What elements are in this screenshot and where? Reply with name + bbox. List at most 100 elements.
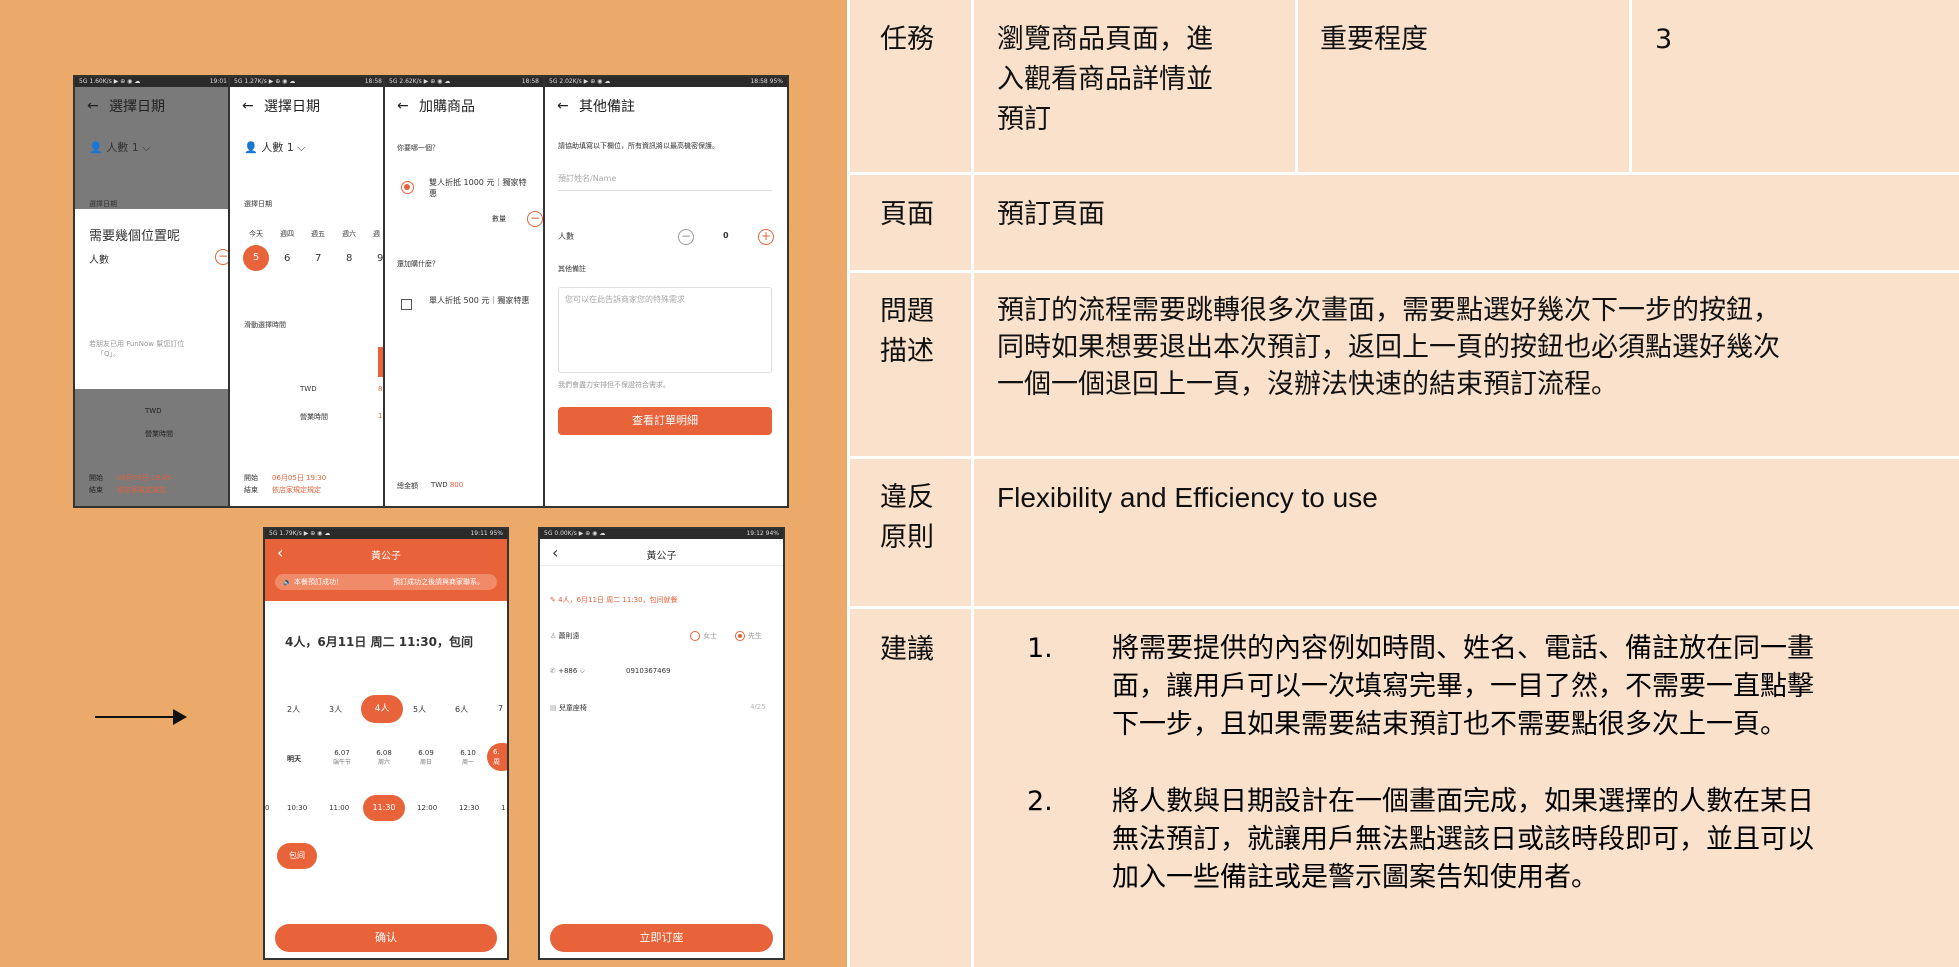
time-option[interactable]: 1 <box>501 804 505 812</box>
date-option[interactable]: 6.08 周六 <box>369 749 399 766</box>
minus-icon[interactable]: − <box>527 211 543 227</box>
notes-textarea[interactable]: 您可以在此告訴商家您的特殊需求 <box>558 287 772 373</box>
people-selector[interactable]: 👤 人數 1 ⌵ <box>244 139 306 155</box>
header: ← 選擇日期 <box>75 87 231 125</box>
date-bottom: 周日 <box>419 759 432 766</box>
status-bar: 5G 2.62K/s ▶ ⊕ ◉ ☁ 18:58 <box>385 77 543 87</box>
date-option[interactable]: 明天 <box>287 754 301 764</box>
people-label: 人數 <box>261 141 284 154</box>
name-row[interactable]: ♙ 蕭則遠 <box>550 631 580 641</box>
time-option[interactable]: 10:30 <box>287 804 307 812</box>
radio-female[interactable] <box>690 631 700 641</box>
status-bar: 5G 1.79K/s ▶ ⊕ ◉ ☁ 19:11 95% <box>265 529 507 539</box>
radio-selected[interactable] <box>401 181 414 194</box>
time-option-selected[interactable]: 11:30 <box>363 795 405 821</box>
people-value: 1 <box>131 141 139 154</box>
page-title: 加購商品 <box>419 99 475 115</box>
radio-male-selected[interactable] <box>735 631 745 641</box>
phone-value: 0910367469 <box>626 667 671 675</box>
seat-row[interactable]: ▤ 兒童座椅 <box>550 703 587 713</box>
checkbox[interactable] <box>401 299 412 310</box>
phone-row[interactable]: ✆ +886 ⌵ <box>550 667 585 676</box>
name-input[interactable]: 預訂姓名/Name <box>558 173 772 191</box>
header: ← 加購商品 <box>385 87 543 125</box>
date-item[interactable]: 7 <box>315 253 321 264</box>
date-option[interactable]: 6.07 端午节 <box>327 749 357 766</box>
time-option[interactable]: 0 <box>265 804 269 812</box>
back-arrow-icon[interactable]: ← <box>242 98 264 114</box>
start-label: 開始 <box>244 474 258 482</box>
question-1: 你要哪一個？ <box>397 144 439 152</box>
screen-quick-booking: 5G 1.79K/s ▶ ⊕ ◉ ☁ 19:11 95% ‹ 黃公子 🔈 本餐預訂… <box>263 527 509 960</box>
back-arrow-icon[interactable]: ← <box>397 98 419 114</box>
date-option[interactable]: 6.10 周一 <box>453 749 483 766</box>
screen-booking-info: 5G 0.00K/s ▶ ⊕ ◉ ☁ 19:12 94% ‹ 黃公子 ✎ 4人，6… <box>538 527 785 960</box>
time-option[interactable]: 12:30 <box>459 804 479 812</box>
screen-select-date-dialog: 5G 1.60K/s ▶ ⊕ ◉ ☁ 19:01 ← 選擇日期 👤 人數 1 ⌵ 選… <box>73 75 233 508</box>
date-item[interactable]: 6 <box>284 253 290 264</box>
status-right: 19:12 94% <box>746 529 779 539</box>
private-room-option[interactable]: 包间 <box>277 843 317 869</box>
people-value: 1 <box>286 141 294 154</box>
people-option[interactable]: 7 <box>498 704 503 713</box>
dialog-note-2: 「Q」。 <box>97 350 121 358</box>
importance-label: 重要程度 <box>1320 24 1428 55</box>
date-option-selected[interactable]: 6. 周 <box>487 743 507 771</box>
back-arrow-icon[interactable]: ← <box>557 98 579 114</box>
status-right: 19:11 95% <box>470 529 503 539</box>
day-label: 週 <box>373 230 380 238</box>
people-option[interactable]: 6人 <box>455 704 468 715</box>
note-icon: ▤ <box>550 704 557 712</box>
date-top: 6. <box>493 748 500 756</box>
time-option[interactable]: 12:00 <box>417 804 437 812</box>
task-value-line: 入觀看商品詳情並 <box>997 64 1213 95</box>
suggestion-2: 將人數與日期設計在一個畫面完成，如果選擇的人數在某日 無法預訂，就讓用戶無法點選… <box>1112 783 1942 897</box>
suggestion-line: 加入一些備註或是警示圖案告知使用者。 <box>1112 862 1598 893</box>
banner-right: 預訂成功之後請與商家聯系。 <box>393 578 484 586</box>
phone-code: +886 <box>558 667 578 675</box>
task-value: 瀏覽商品頁面，進 入觀看商品詳情並 預訂 <box>997 20 1277 140</box>
date-option[interactable]: 6.09 周日 <box>411 749 441 766</box>
task-label: 任務 <box>880 24 934 55</box>
start-value: 06月05日 19:45 <box>117 474 172 482</box>
row-divider <box>847 172 1959 175</box>
people-option[interactable]: 2人 <box>287 704 300 715</box>
problem-label-line: 描述 <box>880 336 934 367</box>
screen-add-on-products: 5G 2.62K/s ▶ ⊕ ◉ ☁ 18:58 ← 加購商品 你要哪一個？ 雙人折… <box>383 75 545 508</box>
end-label: 結束 <box>244 486 258 494</box>
business-hours-label: 營業時間 <box>300 413 328 421</box>
day-label: 週四 <box>280 230 294 238</box>
suggestion-number: 1. <box>1027 633 1053 664</box>
back-arrow-icon[interactable]: ← <box>87 98 109 114</box>
status-text: 5G 2.02K/s ▶ ⊕ ◉ ☁ <box>549 78 611 85</box>
problem-label-line: 問題 <box>880 296 934 327</box>
people-option[interactable]: 5人 <box>413 704 426 715</box>
people-selector[interactable]: 👤 人數 1 ⌵ <box>89 139 151 155</box>
people-option-selected[interactable]: 4人 <box>361 695 403 723</box>
date-bottom: 周 <box>493 758 500 766</box>
status-text: 5G 1.79K/s ▶ ⊕ ◉ ☁ <box>269 530 331 537</box>
status-bar: 5G 2.02K/s ▶ ⊕ ◉ ☁ 18:58 95% <box>545 77 787 87</box>
total-value: 800 <box>449 481 464 489</box>
people-label: 人數 <box>558 232 574 241</box>
time-option[interactable]: 11:00 <box>329 804 349 812</box>
view-order-button[interactable]: 查看訂單明細 <box>558 407 772 435</box>
chevron-down-icon: ⌵ <box>579 667 585 675</box>
quantity-label: 數量 <box>492 215 506 223</box>
plus-icon[interactable]: + <box>758 229 774 245</box>
suggestion-line: 將人數與日期設計在一個畫面完成，如果選擇的人數在某日 <box>1112 786 1814 817</box>
section-date-label: 選擇日期 <box>244 200 272 208</box>
book-now-button[interactable]: 立即订座 <box>550 924 773 952</box>
confirm-button[interactable]: 确认 <box>275 924 497 952</box>
people-option[interactable]: 3人 <box>329 704 342 715</box>
suggestion-number: 2. <box>1027 786 1053 817</box>
date-bottom: 周一 <box>461 759 474 766</box>
end-value: 依店家規定規定 <box>117 486 166 494</box>
date-item[interactable]: 8 <box>346 253 352 264</box>
business-hours-label: 營業時間 <box>145 430 173 438</box>
status-right: 18:58 95% <box>750 77 783 87</box>
date-selected[interactable]: 5 <box>243 245 269 271</box>
header: ← 選擇日期 <box>230 87 386 125</box>
minus-icon[interactable]: − <box>678 229 694 245</box>
status-text: 5G 1.27K/s ▶ ⊕ ◉ ☁ <box>234 78 296 85</box>
